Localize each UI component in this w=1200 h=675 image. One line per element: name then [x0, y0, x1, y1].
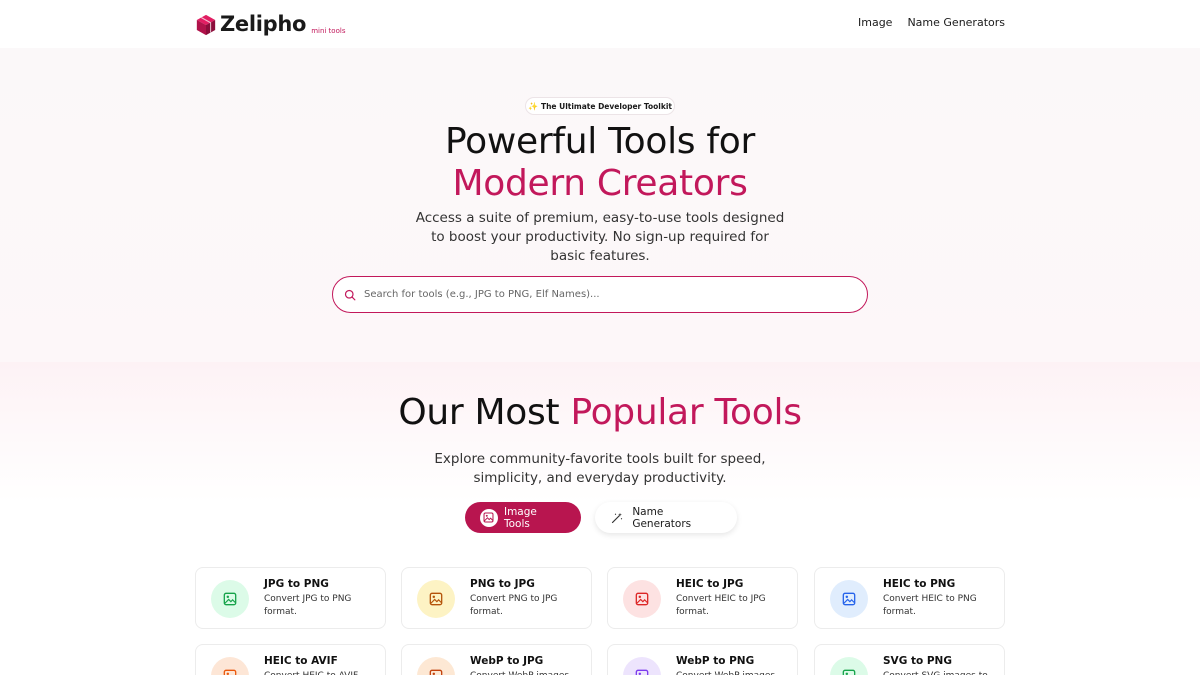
- main-nav: Image Name Generators: [858, 16, 1005, 29]
- tool-card[interactable]: HEIC to PNG Convert HEIC to PNG format.: [814, 567, 1005, 629]
- nav-link-image[interactable]: Image: [858, 16, 892, 29]
- tool-card[interactable]: JPG to PNG Convert JPG to PNG format.: [195, 567, 386, 629]
- tool-card[interactable]: HEIC to AVIF Convert HEIC to AVIF: [195, 644, 386, 675]
- sparkle-icon: ✨: [527, 101, 538, 111]
- image-icon: [211, 580, 249, 618]
- tool-card-description: Convert HEIC to AVIF: [264, 670, 374, 675]
- hero-badge-label: The Ultimate Developer Toolkit: [540, 101, 672, 111]
- image-icon: [830, 657, 868, 675]
- hero-badge: ✨ The Ultimate Developer Toolkit: [525, 97, 675, 115]
- hero-section: ✨ The Ultimate Developer Toolkit Powerfu…: [0, 48, 1200, 362]
- tool-card-title: WebP to JPG: [470, 655, 544, 667]
- image-icon: [830, 580, 868, 618]
- search-bar[interactable]: [332, 276, 868, 313]
- tab-image-tools-label: Image Tools: [503, 505, 537, 530]
- site-header: Zelipho mini tools Image Name Generators: [0, 0, 1200, 48]
- hero-subtitle: Access a suite of premium, easy-to-use t…: [415, 210, 785, 264]
- popular-tools-section: Our Most Popular Tools Explore community…: [0, 362, 1200, 675]
- image-icon: [623, 580, 661, 618]
- image-icon: [211, 657, 249, 675]
- popular-title-accent: Popular Tools: [570, 392, 802, 433]
- tool-card-description: Convert WebP images: [676, 670, 786, 675]
- tool-card-title: HEIC to AVIF: [264, 655, 338, 667]
- tool-card[interactable]: HEIC to JPG Convert HEIC to JPG format.: [607, 567, 798, 629]
- cube-logo-icon: [196, 14, 216, 36]
- tool-card-title: SVG to PNG: [883, 655, 952, 667]
- logo-text: Zelipho: [220, 12, 307, 36]
- image-icon: [623, 657, 661, 675]
- nav-link-name-generators[interactable]: Name Generators: [907, 16, 1005, 29]
- tab-image-tools[interactable]: Image Tools: [465, 502, 581, 533]
- popular-title-plain: Our Most: [398, 392, 571, 433]
- tool-card-title: PNG to JPG: [470, 578, 535, 590]
- hero-title-line2: Modern Creators: [452, 163, 748, 204]
- image-icon: [417, 580, 455, 618]
- tool-card-description: Convert WebP images: [470, 670, 580, 675]
- tool-card-description: Convert PNG to JPG format.: [470, 594, 558, 617]
- magic-wand-icon: [611, 511, 624, 525]
- search-icon: [344, 289, 356, 300]
- tool-card[interactable]: WebP to JPG Convert WebP images: [401, 644, 592, 675]
- tool-card-description: Convert JPG to PNG format.: [264, 594, 352, 617]
- tab-name-generators-label: Name Generators: [632, 505, 692, 530]
- image-icon: [417, 657, 455, 675]
- tab-name-generators[interactable]: Name Generators: [595, 502, 737, 533]
- tool-card[interactable]: WebP to PNG Convert WebP images: [607, 644, 798, 675]
- popular-subtitle: Explore community-favorite tools built f…: [434, 451, 766, 486]
- tool-card[interactable]: SVG to PNG Convert SVG images to: [814, 644, 1005, 675]
- hero-title-line1: Powerful Tools for: [444, 121, 755, 162]
- tool-card[interactable]: PNG to JPG Convert PNG to JPG format.: [401, 567, 592, 629]
- logo[interactable]: Zelipho mini tools: [195, 12, 345, 36]
- image-icon: [480, 508, 498, 527]
- tool-card-description: Convert HEIC to JPG format.: [676, 594, 766, 617]
- tool-card-title: HEIC to JPG: [676, 578, 744, 590]
- tool-category-tabs: Image Tools Name Generators: [465, 502, 737, 533]
- tool-card-description: Convert SVG images to: [883, 670, 993, 675]
- search-input[interactable]: [364, 289, 834, 300]
- popular-title: Our Most Popular Tools: [0, 392, 1200, 434]
- logo-tagline: mini tools: [311, 27, 346, 35]
- tool-card-description: Convert HEIC to PNG format.: [883, 594, 977, 617]
- tool-card-title: WebP to PNG: [676, 655, 755, 667]
- tool-card-title: HEIC to PNG: [883, 578, 956, 590]
- tool-card-title: JPG to PNG: [264, 578, 329, 590]
